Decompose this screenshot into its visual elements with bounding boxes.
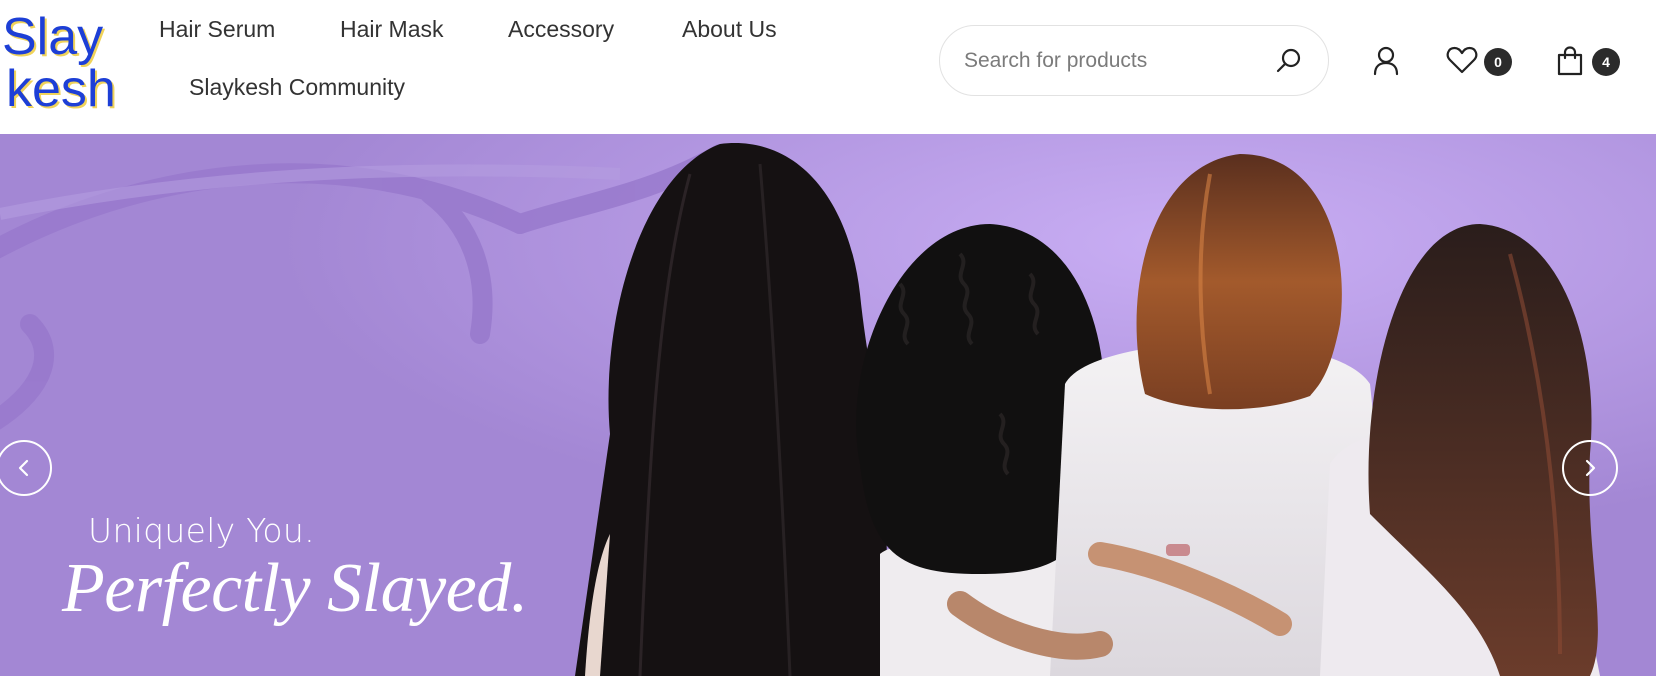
user-icon — [1373, 46, 1399, 76]
hero-tagline-line2: Perfectly Slayed. — [62, 550, 528, 627]
brand-logo[interactable]: Slay Slay kesh kesh — [0, 8, 118, 120]
account-button[interactable] — [1372, 46, 1400, 80]
nav-slaykesh-community[interactable]: Slaykesh Community — [189, 74, 405, 101]
wishlist-button[interactable] — [1446, 46, 1478, 78]
nav-about-us[interactable]: About Us — [682, 16, 777, 43]
hero-banner: Uniquely You. Perfectly Slayed. — [0, 134, 1656, 676]
search-input[interactable] — [962, 40, 1262, 82]
shopping-bag-icon — [1557, 46, 1583, 76]
nav-accessory[interactable]: Accessory — [508, 16, 614, 43]
cart-button[interactable] — [1557, 46, 1583, 80]
svg-text:kesh: kesh — [6, 60, 116, 112]
site-header: Slay Slay kesh kesh Hair Serum Hair Mask… — [0, 0, 1656, 134]
slider-next-button[interactable] — [1562, 440, 1618, 496]
wishlist-count-badge: 0 — [1484, 48, 1512, 76]
chevron-left-icon — [18, 459, 29, 477]
nav-hair-mask[interactable]: Hair Mask — [340, 16, 444, 43]
chevron-right-icon — [1585, 459, 1596, 477]
search-bar — [939, 25, 1329, 96]
search-button[interactable] — [1270, 42, 1308, 80]
cart-count-badge: 4 — [1592, 48, 1620, 76]
svg-text:Slay: Slay — [2, 8, 103, 66]
hero-tagline-line1: Uniquely You. — [88, 511, 315, 550]
nav-hair-serum[interactable]: Hair Serum — [159, 16, 275, 43]
heart-icon — [1446, 46, 1478, 74]
search-icon — [1276, 48, 1301, 73]
